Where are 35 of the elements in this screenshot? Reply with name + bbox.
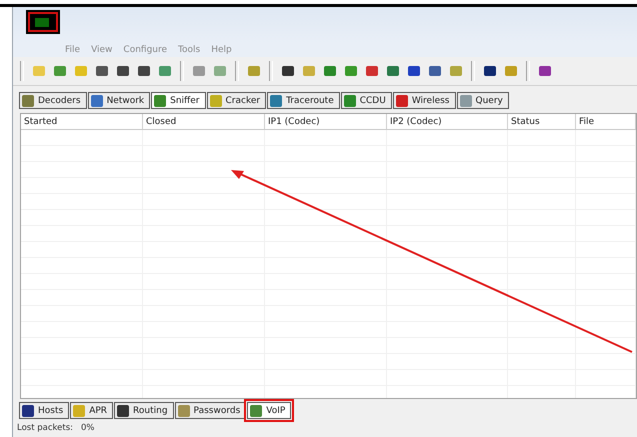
tab-icon: [210, 94, 222, 106]
tab[interactable]: Network: [88, 92, 150, 109]
tab[interactable]: Cracker: [206, 92, 266, 109]
status-value: 0%: [81, 423, 95, 433]
tab-icon: [250, 404, 262, 416]
tab[interactable]: Routing: [114, 402, 174, 419]
column-header[interactable]: File: [576, 114, 636, 129]
tab-icon: [90, 94, 103, 106]
tab[interactable]: Sniffer: [151, 92, 206, 109]
tab-icon: [117, 404, 130, 416]
tab-icon: [22, 94, 34, 106]
column-header[interactable]: IP1 (Codec): [265, 114, 387, 129]
column-header[interactable]: Closed: [143, 114, 265, 129]
tab-icon: [22, 404, 34, 416]
column-header[interactable]: IP2 (Codec): [387, 114, 508, 129]
tab[interactable]: Hosts: [19, 402, 70, 419]
column-header[interactable]: Started: [21, 114, 143, 129]
tab[interactable]: VoIP: [247, 402, 292, 419]
tab-icon: [154, 94, 166, 106]
tab[interactable]: Passwords: [174, 402, 246, 419]
tab[interactable]: APR: [70, 402, 114, 419]
tab[interactable]: Decoders: [19, 92, 87, 109]
status-label: Lost packets:: [17, 423, 74, 433]
column-header[interactable]: Status: [508, 114, 576, 129]
tab-icon: [396, 94, 408, 106]
tab[interactable]: CCDU: [340, 92, 392, 109]
tab[interactable]: Query: [456, 92, 509, 109]
tab-icon: [344, 94, 356, 106]
tab[interactable]: Traceroute: [267, 92, 340, 109]
tab-icon: [73, 404, 86, 416]
tab-icon: [460, 94, 472, 106]
app-logo: [26, 10, 60, 34]
tab-icon: [178, 404, 190, 416]
tab-icon: [270, 94, 282, 106]
tab[interactable]: Wireless: [392, 92, 456, 109]
